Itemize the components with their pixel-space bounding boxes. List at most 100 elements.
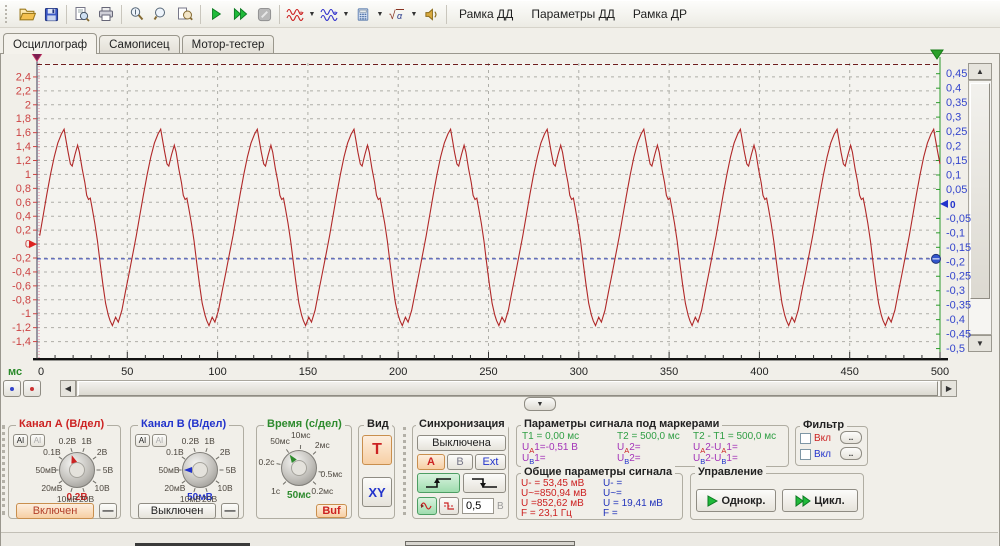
x-axis-unit-label: мс [8,366,22,378]
channel_a-dial-tick [97,470,101,471]
channel-a-zero-marker[interactable] [29,240,37,248]
sync-level-input[interactable] [462,498,494,514]
right-tick-label: 0,3 [946,112,961,124]
sync-edge-mode-button[interactable] [439,497,459,515]
x-tick-label: 350 [660,366,678,378]
right-tick-label: 0,2 [946,141,961,153]
sync-level-mode-button[interactable] [417,497,437,515]
t2-value: T2 = 500,0 мс [617,431,680,442]
channel-b-power-button[interactable]: Выключен [138,503,216,519]
fast-forward-icon [795,495,811,507]
channel_a-dial-label: 2В [97,447,107,457]
channel-a-autoscale2-button[interactable]: АI [30,434,45,447]
sync-title: Синхронизация [416,418,508,430]
channel_b-dial-tick [182,456,186,459]
sync-source-a-button[interactable]: А [417,454,445,470]
channel-a-power-button[interactable]: Включен [16,503,94,519]
sync-falling-edge-button[interactable] [463,473,506,493]
control-title: Управление [695,466,766,478]
left-tick-label: 0,6 [16,197,31,209]
channel_b-dial-tick [206,488,208,492]
edge-trigger-icon [442,501,456,511]
channel_a-dial-center [69,462,85,478]
single-run-label: Однокр. [722,495,766,507]
channel_a-dial-label: 5В [103,465,113,475]
view-t-button[interactable]: Т [362,435,392,465]
channel-b-autoscale-button[interactable]: АI [135,434,150,447]
right-tick-label: -0,05 [946,213,971,225]
channel_b-dial-tick [178,470,182,471]
cycle-run-button[interactable]: Цикл. [782,489,858,512]
x-tick-label: 300 [570,366,588,378]
x-tick-label: 50 [121,366,133,378]
sync-source-ext-button[interactable]: Ext [475,454,506,470]
oscilloscope-app: +▼+▼▼√α▼ Рамка ДД Параметры ДД Рамка ДР … [0,0,1000,546]
common-a-f: F = 23,1 Гц [521,508,572,519]
x-axis-line [33,358,948,360]
time_knob-dial-label: 0.2мс [311,486,333,496]
right-tick-label: -0,15 [946,242,971,254]
rising-edge-icon [424,477,454,489]
time_knob-dial-label: 50мс [270,436,290,446]
channel_b-dial-center [192,462,208,478]
left-tick-label: 1,8 [16,113,31,125]
sine-trigger-icon [420,501,434,511]
falling-edge-icon [470,477,500,489]
collapse-panel-button[interactable]: ▼ [524,397,556,411]
sync-off-button[interactable]: Выключена [417,435,506,451]
channel_b-dial-tick [206,448,208,452]
channel_a-dial-label: 0.1В [43,447,61,457]
channel-a-autoscale-button[interactable]: АI [13,434,28,447]
left-tick-label: 1,6 [16,127,31,139]
filter-b-settings-button[interactable]: .. [840,447,862,460]
sync-rising-edge-button[interactable] [417,473,460,493]
channel_a-dial-label: 1В [81,436,91,446]
channel_a-dial-tick [83,448,85,452]
filter-b-checkbox[interactable] [800,449,811,460]
background-window-fragment [405,541,575,546]
x-tick-label: 400 [750,366,768,378]
channel_a-dial-label: 0.2В [59,436,77,446]
left-tick-label: -0,6 [12,280,31,292]
oscilloscope-plot[interactable]: 2,42,221,81,61,41,210,80,60,40,20-0,2-0,… [0,1,1000,413]
timebase-selected-value: 50мс [287,490,311,501]
t1-value: T1 = 0,00 мс [522,431,579,442]
channel-b-zero-marker[interactable] [940,200,948,208]
channel-b-minus-button[interactable]: — [221,503,239,519]
channel_b-dial-label: 5В [226,465,236,475]
right-tick-label: 0,25 [946,126,967,138]
x-tick-label: 150 [299,366,317,378]
buffer-button[interactable]: Buf [316,504,347,518]
channel_b-pointer [184,467,192,473]
channel_b-dial-label: 0.2В [182,436,200,446]
common-params-group: Общие параметры сигнала U- = 53,45 мВ U~… [516,473,683,520]
chevron-down-icon: ▼ [537,401,544,408]
time_knob-dial-tick [313,451,317,455]
channel-b-autoscale2-button[interactable]: АI [152,434,167,447]
right-tick-label: -0,25 [946,271,971,283]
channel_b-dial-label: 0.1В [166,447,184,457]
t2-marker-handle[interactable] [931,50,943,59]
view-xy-button[interactable]: XY [362,477,392,507]
channel_b-dial-tick [220,470,224,471]
marker-params-group: Параметры сигнала под маркерами T1 = 0,0… [516,425,789,467]
common-b-f: F = [603,508,618,519]
right-tick-label: 0,4 [946,83,961,95]
view-group: Вид Т XY [358,425,395,519]
timebase-title: Время (с/дел) [264,418,345,430]
time_knob-dial-center [291,460,307,476]
filter-a-settings-button[interactable]: .. [840,431,862,444]
time_knob-dial-tick [283,481,287,485]
filter-a-checkbox[interactable] [800,433,811,444]
dub-value: UВ2-UВ1= [693,453,738,466]
channel_a-dial-label: 10В [95,483,110,493]
left-tick-label: -1,4 [12,336,31,348]
right-tick-label: -0,3 [946,285,965,297]
view-title: Вид [364,418,392,430]
channel-a-minus-button[interactable]: — [99,503,117,519]
left-tick-label: -1 [21,308,31,320]
tab-oscilloscope[interactable]: Осциллограф [3,33,97,54]
single-run-button[interactable]: Однокр. [696,489,776,512]
sync-source-b-button[interactable]: В [447,454,473,470]
panel-gripper[interactable] [403,427,410,515]
